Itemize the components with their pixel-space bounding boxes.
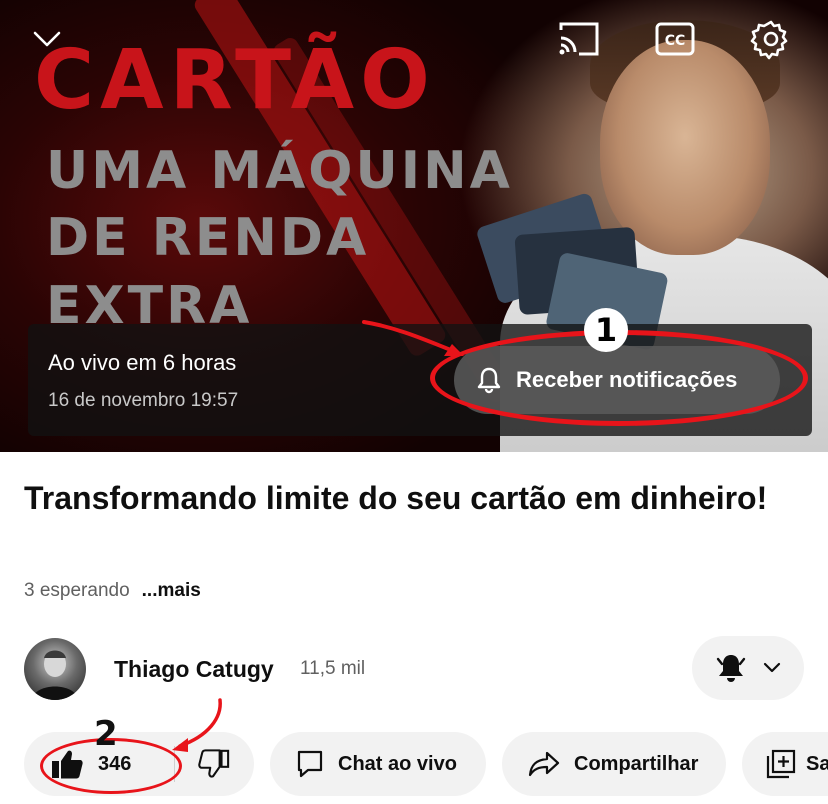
settings-button[interactable] bbox=[748, 16, 794, 62]
channel-name[interactable]: Thiago Catugy bbox=[114, 656, 274, 683]
chat-icon bbox=[297, 750, 323, 778]
thumbnail-headline: CARTÃO bbox=[34, 33, 436, 128]
cast-button[interactable] bbox=[556, 16, 602, 62]
action-bar: 346 Chat ao vivo Compartilhar Sa 2 bbox=[24, 698, 828, 798]
captions-button[interactable]: CC bbox=[652, 16, 698, 62]
video-player[interactable]: CARTÃO UMA MÁQUINA DE RENDA EXTRA CC Ao … bbox=[0, 0, 828, 452]
thumbnail-person bbox=[600, 40, 770, 255]
thumbs-up-icon bbox=[52, 750, 83, 779]
closed-captions-icon: CC bbox=[655, 22, 695, 56]
channel-row: Thiago Catugy 11,5 mil bbox=[24, 636, 804, 704]
chevron-down-icon bbox=[763, 662, 781, 673]
cast-icon bbox=[559, 22, 599, 56]
live-date-text: 16 de novembro 19:57 bbox=[48, 390, 239, 411]
avatar-image-icon bbox=[32, 650, 78, 700]
notify-me-button[interactable]: Receber notificações bbox=[454, 346, 780, 414]
thumbnail-line: DE RENDA bbox=[46, 208, 370, 268]
chevron-down-icon bbox=[33, 31, 61, 47]
video-title[interactable]: Transformando limite do seu cartão em di… bbox=[24, 478, 784, 518]
thumbnail-line: UMA MÁQUINA bbox=[46, 141, 513, 201]
save-label: Sa bbox=[806, 752, 828, 775]
like-count: 346 bbox=[98, 752, 132, 775]
more-description-link[interactable]: ...mais bbox=[142, 580, 201, 602]
share-button[interactable]: Compartilhar bbox=[502, 732, 726, 796]
live-chat-label: Chat ao vivo bbox=[338, 752, 457, 775]
annotation-number: 2 bbox=[94, 714, 118, 754]
bell-ringing-icon bbox=[716, 655, 746, 682]
annotation-arrow-icon bbox=[362, 320, 464, 356]
annotation-arrow-icon bbox=[172, 698, 222, 752]
annotation-number: 1 bbox=[584, 308, 628, 352]
video-meta[interactable]: 3 esperando ...mais bbox=[24, 580, 201, 602]
gear-icon bbox=[750, 20, 788, 60]
svg-text:CC: CC bbox=[665, 33, 686, 49]
add-to-playlist-icon bbox=[766, 749, 796, 779]
subscriber-count: 11,5 mil bbox=[300, 658, 366, 679]
share-label: Compartilhar bbox=[574, 752, 699, 775]
live-status-text: Ao vivo em 6 horas bbox=[48, 350, 237, 375]
bell-icon bbox=[477, 367, 501, 394]
notification-settings-button[interactable] bbox=[692, 636, 804, 700]
notify-me-label: Receber notificações bbox=[516, 367, 738, 392]
minimize-button[interactable] bbox=[24, 16, 70, 62]
channel-avatar[interactable] bbox=[24, 638, 86, 700]
share-icon bbox=[528, 751, 560, 777]
save-button[interactable]: Sa bbox=[742, 732, 828, 796]
waiting-count: 3 esperando bbox=[24, 580, 130, 601]
live-chat-button[interactable]: Chat ao vivo bbox=[270, 732, 486, 796]
